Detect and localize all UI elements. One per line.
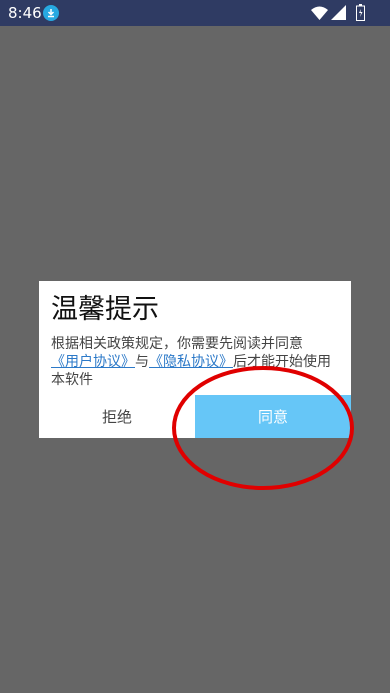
status-time: 8:46 bbox=[8, 4, 42, 22]
agree-button[interactable]: 同意 bbox=[195, 395, 351, 438]
dialog-title: 温馨提示 bbox=[51, 294, 159, 325]
battery-icon bbox=[356, 4, 365, 25]
message-connector: 与 bbox=[135, 354, 149, 370]
privacy-policy-link[interactable]: 《隐私协议》 bbox=[149, 354, 233, 370]
signal-icon bbox=[331, 5, 346, 24]
status-bar: 8:46 bbox=[0, 0, 390, 26]
privacy-dialog: 温馨提示 根据相关政策规定，你需要先阅读并同意 《用户协议》与《隐私协议》后才能开… bbox=[39, 281, 351, 438]
user-agreement-link[interactable]: 《用户协议》 bbox=[51, 354, 135, 370]
reject-button[interactable]: 拒绝 bbox=[39, 395, 195, 438]
wifi-icon bbox=[311, 5, 328, 24]
download-icon bbox=[43, 5, 59, 21]
dialog-message: 根据相关政策规定，你需要先阅读并同意 《用户协议》与《隐私协议》后才能开始使用本软… bbox=[51, 335, 341, 389]
message-text-before: 根据相关政策规定，你需要先阅读并同意 bbox=[51, 336, 303, 352]
